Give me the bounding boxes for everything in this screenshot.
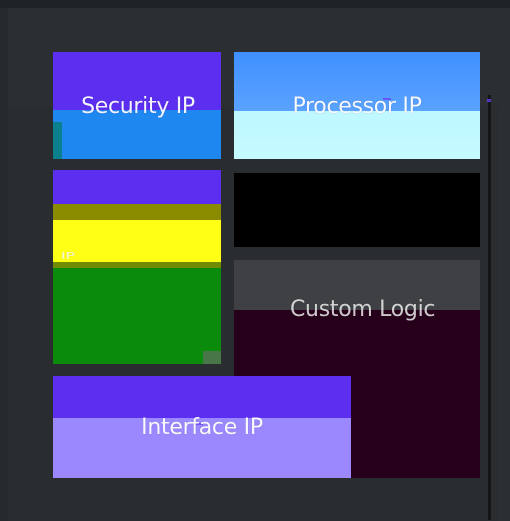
left-band bbox=[0, 8, 8, 521]
app-frame: Security IP Processor IP IP Custom Logic… bbox=[0, 0, 510, 521]
tile-security-ip[interactable]: Security IP bbox=[53, 52, 221, 159]
tile-memory-ip[interactable]: IP bbox=[53, 170, 221, 364]
top-strip bbox=[0, 0, 510, 8]
scrollbar-track[interactable] bbox=[488, 95, 491, 520]
tile-security-ip-edge bbox=[53, 122, 62, 159]
tile-memory-ip-olive-band bbox=[53, 204, 221, 220]
pixel-artifact bbox=[487, 99, 491, 102]
tile-processor-ip[interactable]: Processor IP bbox=[234, 52, 480, 159]
tile-black[interactable] bbox=[234, 173, 480, 247]
tile-memory-ip-label: IP bbox=[61, 250, 75, 262]
tile-interface-ip[interactable]: Interface IP bbox=[53, 376, 351, 478]
tile-memory-ip-yellow-band bbox=[53, 220, 221, 262]
tile-memory-ip-edge bbox=[203, 351, 221, 364]
tile-custom-logic-label: Custom Logic bbox=[290, 297, 436, 322]
tile-memory-ip-top bbox=[53, 170, 221, 204]
tile-memory-ip-stripe bbox=[53, 262, 221, 268]
tile-interface-ip-label: Interface IP bbox=[141, 414, 263, 440]
tile-processor-ip-label: Processor IP bbox=[292, 94, 422, 119]
tile-security-ip-label: Security IP bbox=[81, 94, 195, 119]
